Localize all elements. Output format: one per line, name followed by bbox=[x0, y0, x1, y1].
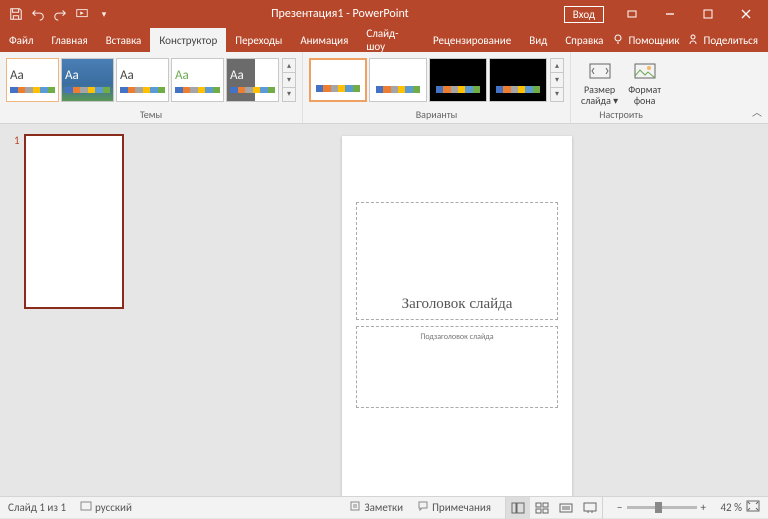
theme-option[interactable]: Aa bbox=[6, 58, 59, 102]
variant-option[interactable] bbox=[429, 58, 487, 102]
share-button[interactable]: Поделиться bbox=[687, 33, 758, 48]
format-background-icon bbox=[633, 60, 657, 82]
format-background-button[interactable]: Формат фона bbox=[624, 58, 665, 108]
thumbnail-preview[interactable] bbox=[24, 134, 124, 309]
lightbulb-icon bbox=[612, 33, 624, 48]
themes-group: AaAaAaAaAa▴▾▾ Темы bbox=[0, 52, 303, 123]
menu-tab-слайд-шоу[interactable]: Слайд-шоу bbox=[357, 28, 424, 52]
window-controls: Вход bbox=[560, 0, 768, 28]
customize-group-label: Настроить bbox=[599, 108, 643, 121]
save-icon[interactable] bbox=[8, 6, 24, 22]
title-bar: ▾ Презентация1 - PowerPoint Вход bbox=[0, 0, 768, 28]
spellcheck-icon bbox=[80, 500, 92, 515]
reading-view-button[interactable] bbox=[554, 497, 578, 519]
themes-group-label: Темы bbox=[140, 108, 162, 121]
collapse-ribbon-icon[interactable]: ︿ bbox=[752, 104, 762, 119]
menu-tab-вид[interactable]: Вид bbox=[520, 28, 556, 52]
theme-option[interactable]: Aa bbox=[171, 58, 224, 102]
zoom-slider-handle[interactable] bbox=[655, 502, 662, 513]
zoom-level[interactable]: 42 % bbox=[710, 501, 742, 514]
theme-option[interactable]: Aa bbox=[116, 58, 169, 102]
quick-access-toolbar: ▾ bbox=[0, 6, 120, 22]
fit-to-window-button[interactable] bbox=[746, 500, 760, 515]
ribbon: AaAaAaAaAa▴▾▾ Темы ▴▾▾ Варианты Размер с… bbox=[0, 52, 768, 124]
variants-expand-button[interactable]: ▴▾▾ bbox=[550, 58, 564, 102]
themes-expand-button[interactable]: ▴▾▾ bbox=[282, 58, 296, 102]
window-title: Презентация1 - PowerPoint bbox=[120, 7, 560, 21]
menu-tab-файл[interactable]: Файл bbox=[0, 28, 43, 52]
work-area: 1 Заголовок слайда Подзаголовок слайда bbox=[0, 124, 768, 496]
language-button[interactable]: русский bbox=[80, 500, 132, 515]
slide-size-button[interactable]: Размер слайда ▾ bbox=[577, 58, 622, 108]
variants-group: ▴▾▾ Варианты bbox=[303, 52, 571, 123]
menu-tab-конструктор[interactable]: Конструктор bbox=[150, 28, 226, 52]
menu-tab-рецензирование[interactable]: Рецензирование bbox=[424, 28, 520, 52]
zoom-out-button[interactable]: − bbox=[617, 501, 622, 514]
qat-customize-icon[interactable]: ▾ bbox=[96, 6, 112, 22]
minimize-button[interactable] bbox=[652, 0, 688, 28]
redo-icon[interactable] bbox=[52, 6, 68, 22]
tell-me-button[interactable]: Помощник bbox=[612, 33, 679, 48]
notes-icon bbox=[349, 500, 361, 515]
menu-tab-анимация[interactable]: Анимация bbox=[291, 28, 357, 52]
subtitle-placeholder[interactable]: Подзаголовок слайда bbox=[356, 326, 558, 408]
thumbnail-number: 1 bbox=[14, 134, 20, 309]
notes-button[interactable]: Заметки bbox=[349, 500, 403, 515]
menu-bar: ФайлГлавнаяВставкаКонструкторПереходыАни… bbox=[0, 28, 768, 52]
zoom-in-button[interactable]: + bbox=[701, 501, 706, 514]
menu-tab-справка[interactable]: Справка bbox=[556, 28, 612, 52]
view-buttons bbox=[505, 497, 603, 519]
slideshow-view-button[interactable] bbox=[578, 497, 602, 519]
share-icon bbox=[687, 33, 699, 48]
undo-icon[interactable] bbox=[30, 6, 46, 22]
comments-icon bbox=[417, 500, 429, 515]
tell-me-label: Помощник bbox=[628, 34, 679, 47]
theme-option[interactable]: Aa bbox=[226, 58, 279, 102]
variants-group-label: Варианты bbox=[416, 108, 458, 121]
slide-sorter-view-button[interactable] bbox=[530, 497, 554, 519]
ribbon-options-icon[interactable] bbox=[614, 0, 650, 28]
variant-option[interactable] bbox=[369, 58, 427, 102]
slide-thumbnail[interactable]: 1 bbox=[14, 134, 132, 309]
zoom-controls: − + 42 % bbox=[617, 500, 760, 515]
menu-tab-главная[interactable]: Главная bbox=[43, 28, 97, 52]
variant-option[interactable] bbox=[309, 58, 367, 102]
zoom-slider[interactable] bbox=[627, 506, 697, 509]
slide-size-icon bbox=[588, 60, 612, 82]
theme-option[interactable]: Aa bbox=[61, 58, 114, 102]
variant-option[interactable] bbox=[489, 58, 547, 102]
menu-tab-переходы[interactable]: Переходы bbox=[226, 28, 291, 52]
share-label: Поделиться bbox=[703, 34, 758, 47]
status-bar: Слайд 1 из 1 русский Заметки Примечания … bbox=[0, 496, 768, 518]
maximize-button[interactable] bbox=[690, 0, 726, 28]
start-from-beginning-icon[interactable] bbox=[74, 6, 90, 22]
login-button[interactable]: Вход bbox=[564, 6, 604, 23]
normal-view-button[interactable] bbox=[506, 497, 530, 519]
slide[interactable]: Заголовок слайда Подзаголовок слайда bbox=[342, 136, 572, 496]
menu-tab-вставка[interactable]: Вставка bbox=[97, 28, 151, 52]
customize-group: Размер слайда ▾ Формат фона Настроить bbox=[571, 52, 671, 123]
slide-canvas[interactable]: Заголовок слайда Подзаголовок слайда bbox=[146, 124, 768, 496]
thumbnail-pane[interactable]: 1 bbox=[0, 124, 146, 496]
slide-counter[interactable]: Слайд 1 из 1 bbox=[8, 501, 66, 514]
comments-button[interactable]: Примечания bbox=[417, 500, 491, 515]
title-placeholder[interactable]: Заголовок слайда bbox=[356, 202, 558, 320]
close-button[interactable] bbox=[728, 0, 764, 28]
